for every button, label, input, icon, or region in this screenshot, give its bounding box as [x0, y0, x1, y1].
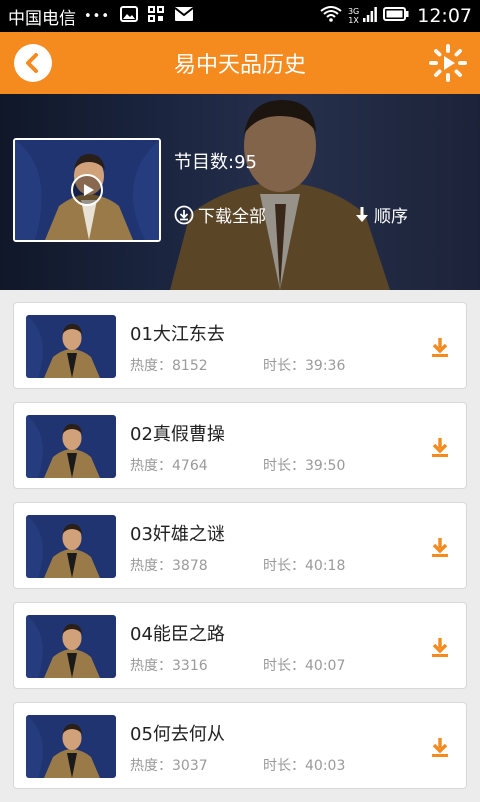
- episode-thumbnail: [26, 615, 116, 678]
- status-bar: 中国电信 ••• 3G 1X 12:07: [0, 0, 480, 32]
- download-all-button[interactable]: 下载全部: [174, 202, 266, 227]
- episode-duration: 时长：39:36: [263, 358, 346, 374]
- episode-thumbnail: [26, 715, 116, 778]
- download-icon[interactable]: [430, 736, 450, 758]
- episode-popularity: 热度：3316: [130, 658, 208, 674]
- episode-thumbnail-image: [26, 615, 116, 678]
- episode-title: 04能臣之路: [130, 624, 225, 645]
- signal-icon: [363, 6, 378, 27]
- episode-duration: 时长：40:03: [263, 758, 346, 774]
- episode-popularity: 热度：3878: [130, 558, 208, 574]
- episode-popularity: 热度：3037: [130, 758, 208, 774]
- episode-item[interactable]: 01大江东去 热度：8152 时长：39:36: [13, 302, 467, 389]
- episode-duration: 时长：40:18: [263, 558, 346, 574]
- episode-title: 01大江东去: [130, 324, 225, 345]
- play-spinner-icon: [429, 44, 467, 82]
- episode-list: 01大江东去 热度：8152 时长：39:36 02真假曹操 热度：4764 时…: [13, 302, 467, 802]
- episode-duration: 时长：40:07: [263, 658, 346, 674]
- sort-order-button[interactable]: 顺序: [354, 202, 408, 227]
- arrow-down-icon: [356, 206, 368, 222]
- qr-scan-icon: [148, 5, 165, 27]
- back-button[interactable]: [14, 44, 52, 82]
- title-bar: 易中天品历史: [0, 32, 480, 94]
- episode-thumbnail-image: [26, 715, 116, 778]
- episode-thumbnail: [26, 415, 116, 478]
- play-icon[interactable]: [71, 174, 103, 206]
- episode-title: 02真假曹操: [130, 424, 225, 445]
- episode-thumbnail-image: [26, 515, 116, 578]
- wifi-icon: [320, 5, 342, 27]
- sort-order-label: 顺序: [374, 207, 408, 227]
- program-count: 节目数:95: [174, 152, 257, 173]
- carrier-label: 中国电信: [8, 8, 76, 29]
- download-icon[interactable]: [430, 636, 450, 658]
- download-all-label: 下载全部: [198, 207, 266, 227]
- play-loading-button[interactable]: [428, 43, 468, 83]
- notification-dots: •••: [84, 8, 111, 24]
- chevron-left-icon: [26, 53, 38, 73]
- network-type: 3G 1X: [348, 7, 359, 25]
- network-1x-label: 1X: [348, 16, 359, 25]
- episode-thumbnail-image: [26, 415, 116, 478]
- network-3g-label: 3G: [347, 7, 360, 16]
- download-icon[interactable]: [430, 436, 450, 458]
- episode-title: 03奸雄之谜: [130, 524, 225, 545]
- episode-title: 05何去何从: [130, 724, 225, 745]
- episode-popularity: 热度：8152: [130, 358, 208, 374]
- episode-thumbnail: [26, 515, 116, 578]
- episode-thumbnail: [26, 315, 116, 378]
- download-icon[interactable]: [430, 536, 450, 558]
- program-hero: 节目数:95 下载全部 顺序: [0, 94, 480, 290]
- episode-item[interactable]: 05何去何从 热度：3037 时长：40:03: [13, 702, 467, 789]
- mail-icon: [174, 6, 194, 27]
- episode-item[interactable]: 04能臣之路 热度：3316 时长：40:07: [13, 602, 467, 689]
- clock: 12:07: [417, 5, 472, 27]
- episode-thumbnail-image: [26, 315, 116, 378]
- image-notification-icon: [120, 5, 139, 27]
- download-circle-icon: [174, 205, 194, 224]
- battery-icon: [383, 6, 409, 26]
- download-icon[interactable]: [430, 336, 450, 358]
- page-title: 易中天品历史: [173, 53, 306, 78]
- episode-item[interactable]: 02真假曹操 热度：4764 时长：39:50: [13, 402, 467, 489]
- episode-popularity: 热度：4764: [130, 458, 208, 474]
- episode-item[interactable]: 03奸雄之谜 热度：3878 时长：40:18: [13, 502, 467, 589]
- hero-video-thumbnail[interactable]: [13, 138, 161, 242]
- episode-duration: 时长：39:50: [263, 458, 346, 474]
